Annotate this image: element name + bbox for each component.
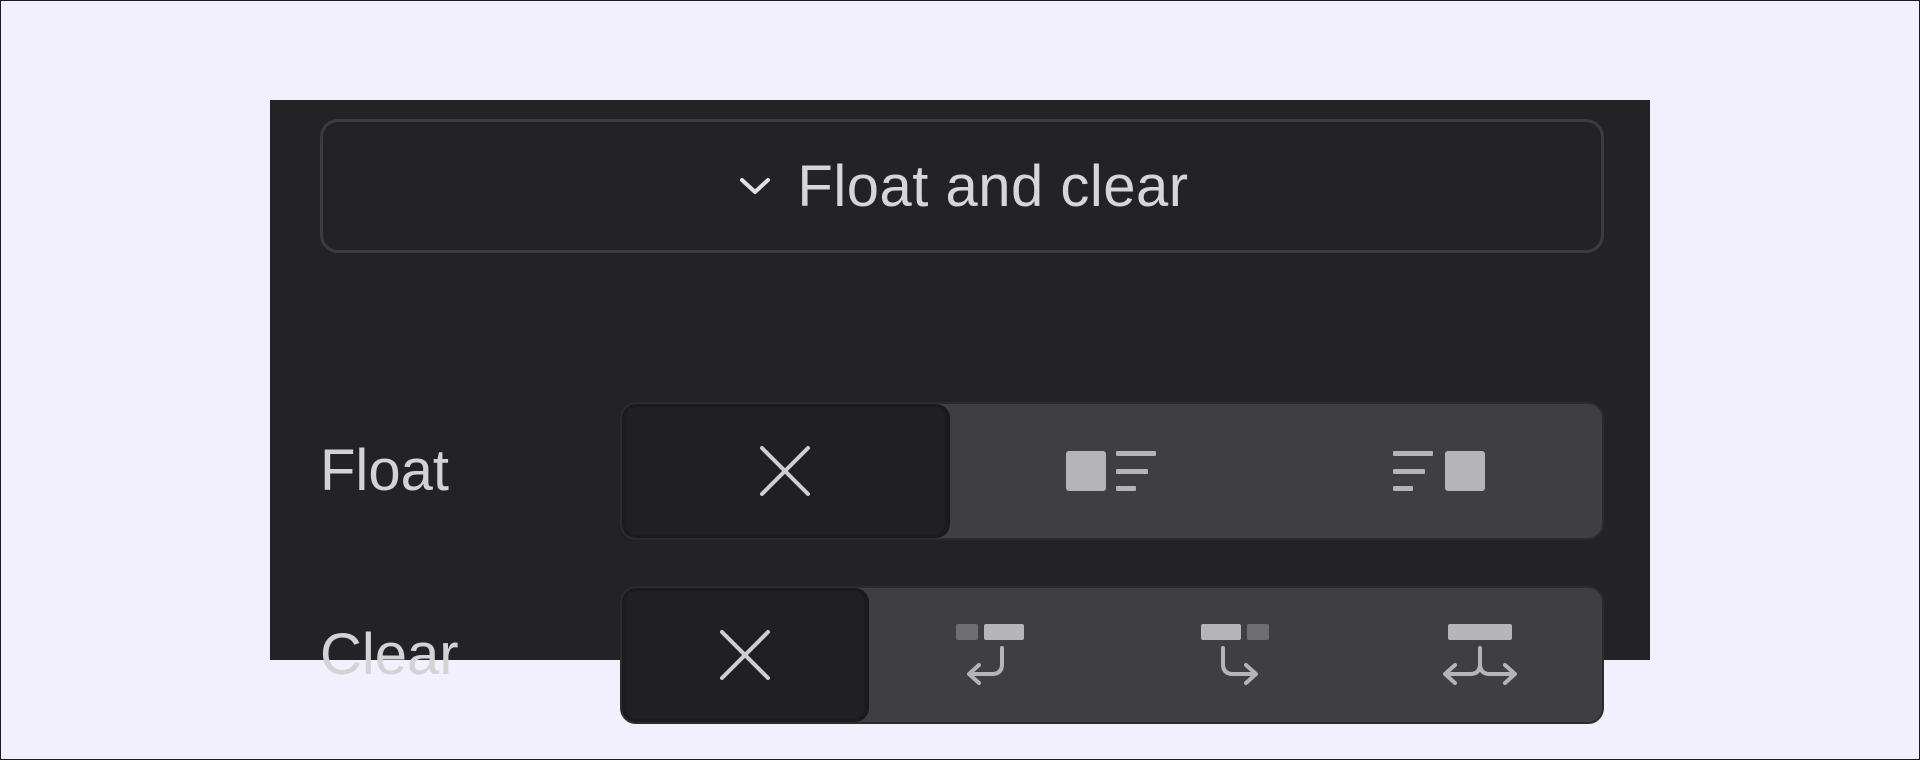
float-segmented-control — [620, 402, 1604, 540]
clear-segmented-control — [620, 586, 1604, 724]
clear-right-button[interactable] — [1112, 588, 1357, 722]
float-left-icon — [1064, 449, 1160, 493]
float-and-clear-panel: Float and clear Float Clear — [270, 100, 1650, 724]
close-icon — [758, 444, 812, 498]
clear-label: Clear — [320, 622, 459, 687]
clear-right-icon — [1199, 622, 1271, 688]
float-none-button[interactable] — [622, 404, 948, 538]
close-icon — [718, 628, 772, 682]
clear-left-icon — [954, 622, 1026, 688]
clear-both-button[interactable] — [1357, 588, 1602, 722]
clear-left-button[interactable] — [867, 588, 1112, 722]
float-right-button[interactable] — [1275, 404, 1602, 538]
chevron-down-icon — [735, 166, 775, 206]
clear-none-button[interactable] — [622, 588, 867, 722]
float-label: Float — [320, 438, 449, 503]
section-header-toggle[interactable]: Float and clear — [320, 119, 1604, 253]
float-right-icon — [1391, 449, 1487, 493]
clear-both-icon — [1440, 622, 1520, 688]
float-left-button[interactable] — [948, 404, 1275, 538]
section-title: Float and clear — [797, 153, 1189, 219]
